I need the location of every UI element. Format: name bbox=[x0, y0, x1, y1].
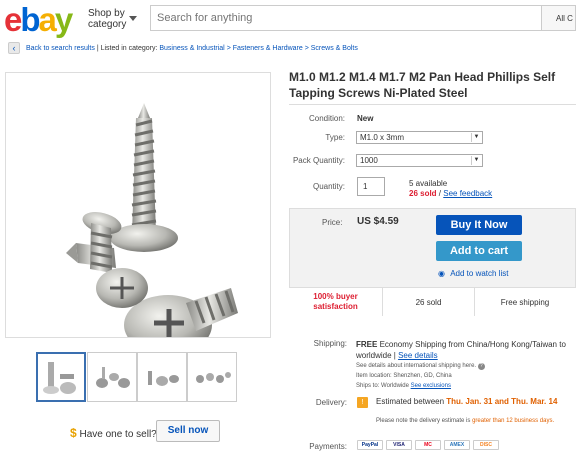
delivery-note-prefix: Please note the delivery estimate is bbox=[376, 418, 473, 424]
delivery-note: Please note the delivery estimate is gre… bbox=[376, 417, 572, 426]
chevron-down-icon: ▼ bbox=[471, 133, 481, 142]
thumbnail-1[interactable] bbox=[36, 352, 86, 402]
type-select[interactable]: M1.0 x 3mm ▼ bbox=[356, 131, 483, 144]
see-exclusions-link[interactable]: See exclusions bbox=[411, 383, 451, 389]
add-to-cart-button[interactable]: Add to cart bbox=[436, 241, 522, 261]
price-label: Price: bbox=[322, 218, 343, 227]
shop-by-category-button[interactable]: Shop by category bbox=[88, 8, 148, 30]
quantity-input[interactable]: 1 bbox=[357, 177, 385, 196]
buyer-satisfaction-line1: 100% buyer bbox=[313, 292, 358, 301]
paypal-icon: PayPal bbox=[357, 440, 383, 450]
ships-to-label: Ships to: bbox=[356, 383, 380, 389]
delivery-prefix: Estimated between bbox=[376, 397, 447, 406]
visa-icon: VISA bbox=[386, 440, 412, 450]
logo-letter: y bbox=[54, 1, 73, 38]
item-location-label: Item location: bbox=[356, 373, 392, 379]
see-feedback-link[interactable]: See feedback bbox=[443, 189, 492, 198]
logo-letter: b bbox=[20, 1, 40, 38]
alert-icon: ! bbox=[357, 397, 368, 408]
add-to-watch-list-link[interactable]: ◉ Add to watch list bbox=[438, 269, 508, 278]
main-product-image[interactable] bbox=[5, 72, 271, 355]
divider bbox=[289, 104, 576, 105]
type-label: Type: bbox=[325, 133, 345, 142]
delivery-label: Delivery: bbox=[315, 398, 347, 407]
page-title: M1.0 M1.2 M1.4 M1.7 M2 Pan Head Phillips… bbox=[289, 70, 556, 100]
listed-in-label: | Listed in category: bbox=[96, 45, 158, 52]
shipping-line: Economy Shipping from China/Hong Kong/Ta… bbox=[356, 340, 566, 360]
payments-label: Payments: bbox=[309, 442, 347, 451]
price-value: US $4.59 bbox=[357, 216, 399, 227]
available-count: 5 available bbox=[409, 179, 448, 188]
delivery-dates: Thu. Jan. 31 and Thu. Mar. 14 bbox=[446, 397, 558, 406]
thumbnail-4[interactable] bbox=[187, 352, 237, 402]
ebay-logo[interactable]: ebay bbox=[4, 2, 84, 38]
condition-label: Condition: bbox=[308, 114, 345, 123]
sell-question: Have one to sell? bbox=[79, 429, 157, 440]
dollar-icon: $ bbox=[70, 426, 77, 440]
thumbnail-screws-image bbox=[43, 362, 76, 394]
all-categories-select[interactable]: All C bbox=[542, 5, 576, 31]
crumb-separator: > bbox=[226, 45, 231, 52]
watch-label: Add to watch list bbox=[450, 269, 509, 278]
chevron-left-icon[interactable]: ‹ bbox=[8, 42, 20, 55]
sell-now-button[interactable]: Sell now bbox=[156, 420, 220, 442]
pack-quantity-label: Pack Quantity: bbox=[292, 156, 345, 165]
thumbnail-2[interactable] bbox=[87, 352, 137, 402]
mastercard-icon: MC bbox=[415, 440, 441, 450]
pack-quantity-select[interactable]: 1000 ▼ bbox=[356, 154, 483, 167]
sold-stat: 26 sold bbox=[383, 288, 475, 316]
amex-icon: AMEX bbox=[444, 440, 470, 450]
shipping-label: Shipping: bbox=[313, 339, 347, 348]
intl-shipping-note: See details about international shipping… bbox=[356, 363, 477, 369]
see-details-link[interactable]: See details bbox=[398, 351, 438, 360]
thumbnail-screws-image bbox=[196, 372, 231, 383]
pack-selected-value: 1000 bbox=[360, 156, 378, 165]
screws-image bbox=[66, 103, 238, 355]
crumb-business-industrial[interactable]: Business & Industrial bbox=[159, 45, 224, 52]
search-box[interactable] bbox=[150, 5, 542, 31]
free-shipping-stat: Free shipping bbox=[500, 297, 550, 307]
breadcrumb: ‹ Back to search results | Listed in cate… bbox=[8, 42, 576, 56]
help-icon[interactable]: ? bbox=[477, 363, 485, 370]
quantity-label: Quantity: bbox=[312, 182, 345, 191]
sell-prompt: $ Have one to sell? bbox=[70, 426, 157, 440]
item-location: Shenzhen, GD, China bbox=[393, 373, 452, 379]
chevron-down-icon bbox=[129, 16, 137, 21]
shop-by-label: Shop by bbox=[88, 8, 125, 19]
thumbnail-screws-image bbox=[96, 367, 130, 388]
thumbnail-3[interactable] bbox=[137, 352, 187, 402]
buyer-satisfaction-stat: 100% buyer satisfaction bbox=[289, 288, 383, 316]
category-label: category bbox=[88, 19, 127, 30]
back-to-search-link[interactable]: Back to search results bbox=[26, 45, 95, 52]
stats-strip: 100% buyer satisfaction 26 sold Free ship… bbox=[289, 287, 576, 316]
shipping-free: FREE bbox=[356, 340, 378, 349]
chevron-down-icon: ▼ bbox=[471, 156, 481, 165]
ships-to: Worldwide bbox=[381, 383, 409, 389]
shipping-details: See details about international shipping… bbox=[356, 361, 576, 391]
shipping-value: FREE Economy Shipping from China/Hong Ko… bbox=[356, 339, 566, 361]
crumb-fasteners-hardware[interactable]: Fasteners & Hardware bbox=[233, 45, 303, 52]
type-selected-value: M1.0 x 3mm bbox=[360, 133, 405, 142]
delivery-estimate: Estimated between Thu. Jan. 31 and Thu. … bbox=[376, 397, 572, 407]
discover-icon: DISC bbox=[473, 440, 499, 450]
logo-letter: a bbox=[38, 1, 57, 38]
crumb-separator: > bbox=[304, 45, 309, 52]
eye-icon: ◉ bbox=[438, 269, 445, 278]
sold-count-link[interactable]: 26 sold bbox=[409, 189, 437, 198]
thumbnail-screws-image bbox=[148, 371, 179, 386]
search-input[interactable] bbox=[151, 6, 541, 30]
buy-it-now-button[interactable]: Buy It Now bbox=[436, 215, 522, 235]
condition-value: New bbox=[357, 114, 374, 123]
sold-feedback: 26 sold / See feedback bbox=[409, 189, 492, 198]
buyer-satisfaction-line2: satisfaction bbox=[313, 302, 358, 311]
logo-letter: e bbox=[4, 1, 22, 38]
delivery-note-highlight: greater than 12 business days. bbox=[472, 418, 555, 424]
crumb-screws-bolts[interactable]: Screws & Bolts bbox=[311, 45, 358, 52]
